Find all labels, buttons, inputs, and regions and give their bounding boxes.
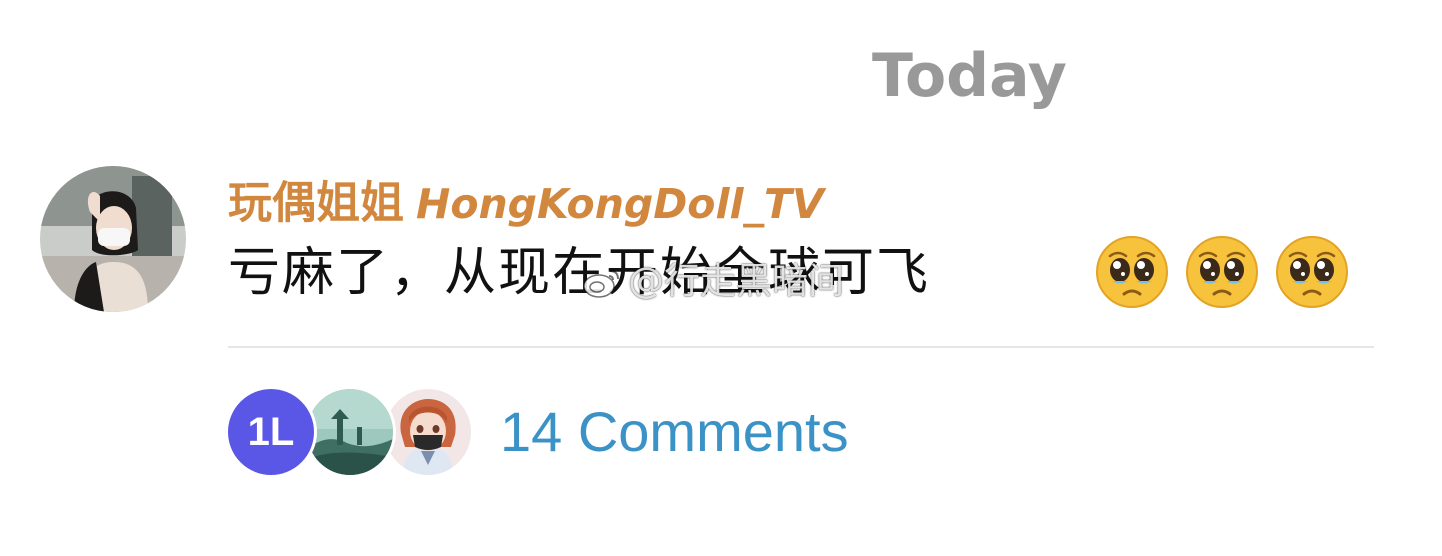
commenter-avatars[interactable]: 1L bbox=[225, 386, 474, 478]
divider bbox=[228, 346, 1374, 348]
commenter-initials: 1L bbox=[247, 410, 295, 454]
landscape-avatar bbox=[307, 389, 393, 475]
date-header: Today bbox=[872, 41, 1067, 111]
comments-link[interactable]: 14 Comments bbox=[500, 396, 849, 468]
message-text: 亏麻了，从现在开始全球可飞 bbox=[228, 243, 931, 303]
chat-screen: Today 玩偶姐姐HongKongDoll_TV 亏麻了，从现在开始全球可飞 bbox=[0, 0, 1442, 556]
anime-girl-avatar bbox=[385, 389, 471, 475]
sender-line: 玩偶姐姐 HongKongDoll_TV bbox=[228, 172, 824, 234]
commenter-avatar-landscape[interactable] bbox=[304, 386, 396, 478]
sender-handle[interactable]: HongKongDoll_TV bbox=[416, 180, 824, 228]
sender-name[interactable]: 玩偶姐姐 bbox=[228, 178, 404, 229]
pleading-face-emoji bbox=[1186, 236, 1258, 308]
emoji-row bbox=[1094, 234, 1350, 314]
commenter-avatar-initials[interactable]: 1L bbox=[225, 386, 317, 478]
pleading-face-emoji bbox=[1096, 236, 1168, 308]
sender-avatar-photo bbox=[40, 166, 186, 312]
pleading-face-emoji bbox=[1276, 236, 1348, 308]
sender-avatar[interactable] bbox=[40, 166, 186, 312]
